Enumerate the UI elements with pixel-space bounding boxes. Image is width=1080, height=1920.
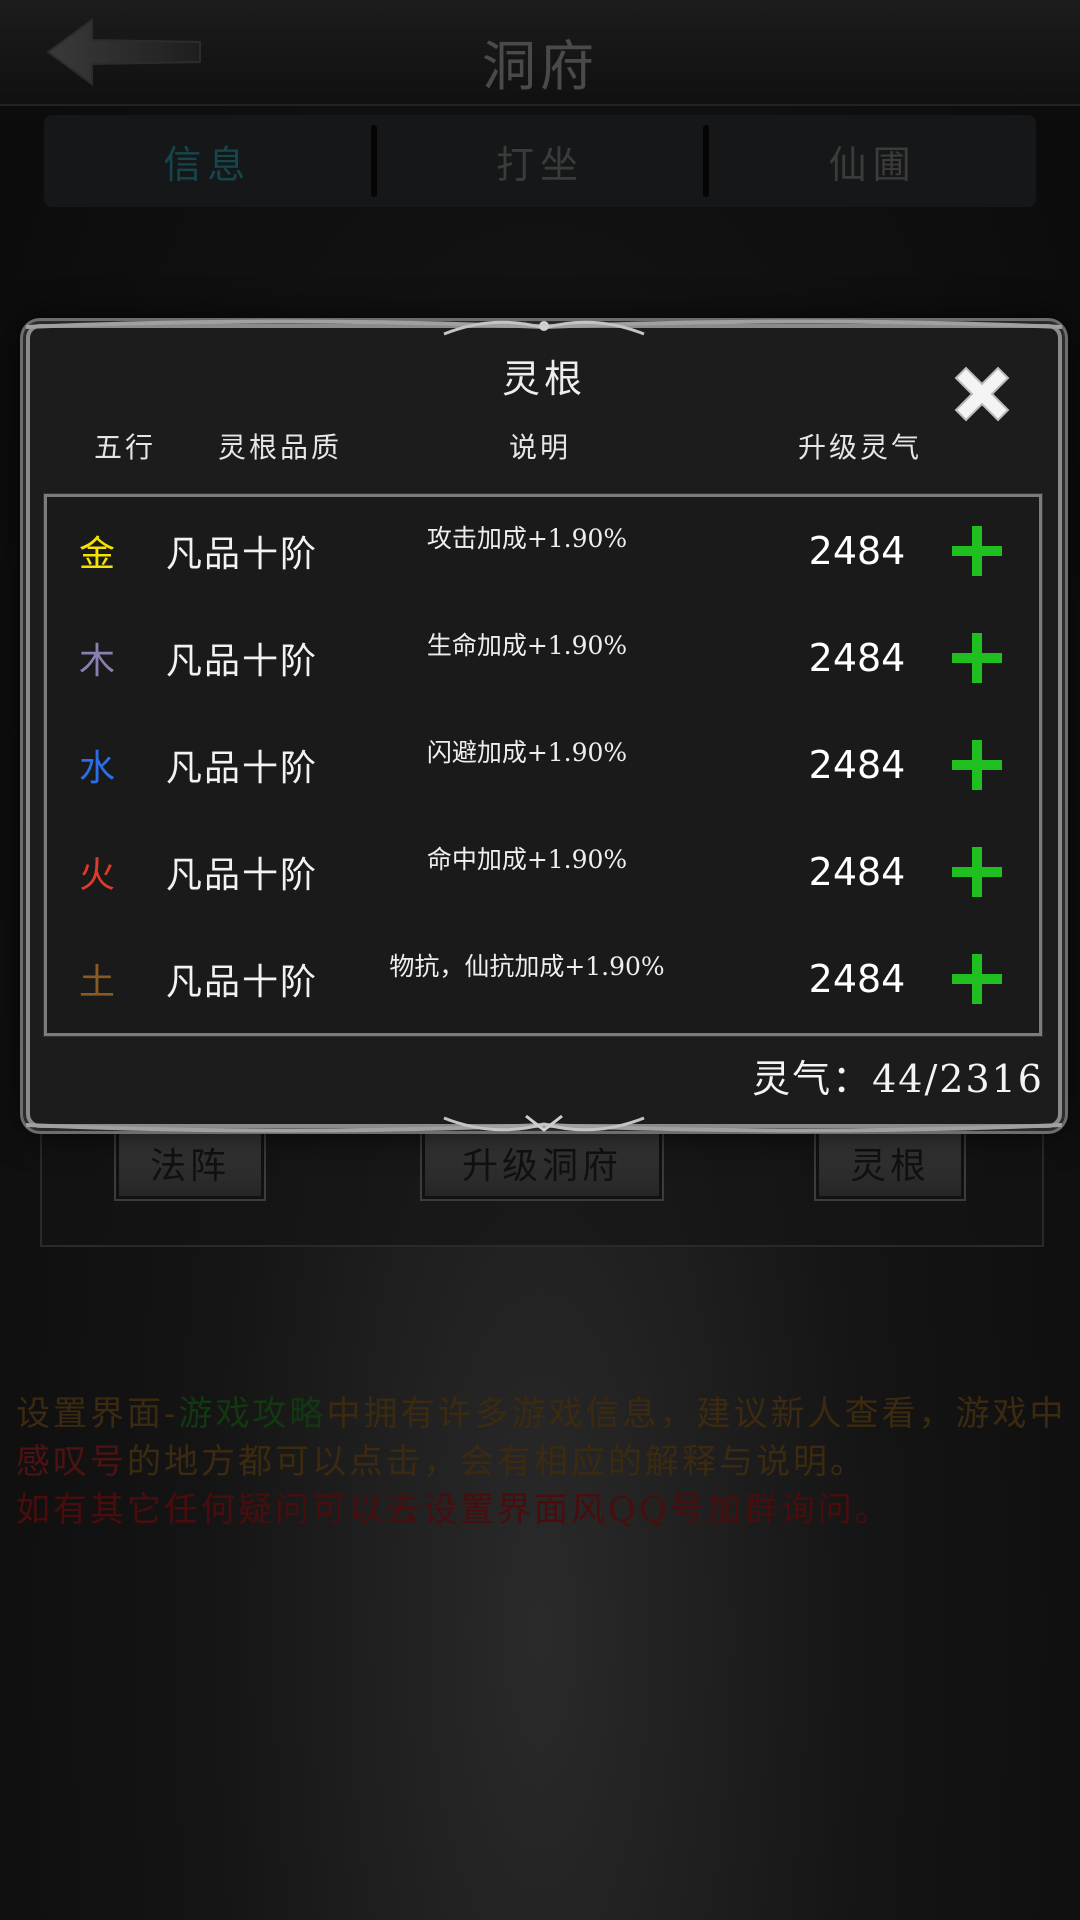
plus-icon [952, 846, 1002, 897]
root-quality: 凡品十阶 [165, 640, 318, 682]
close-button[interactable] [946, 358, 1018, 430]
table-row: 木 凡品十阶 生命加成+1.90% 2484 [47, 604, 1039, 711]
exclamation-link[interactable]: 感叹号 [16, 1442, 127, 1482]
root-description: 攻击加成+1.90% [426, 524, 628, 553]
root-quality: 凡品十阶 [165, 533, 318, 575]
tip-text: 设置界面- [16, 1394, 179, 1434]
upgrade-cost: 2484 [808, 528, 906, 573]
spirit-energy-readout: 灵气：44/2316 [752, 1057, 1044, 1101]
root-quality: 凡品十阶 [165, 747, 318, 789]
root-quality: 凡品十阶 [165, 961, 318, 1003]
help-tip: 设置界面-游戏攻略中拥有许多游戏信息，建议新人查看，游戏中感叹号的地方都可以点击… [16, 1390, 1076, 1534]
spirit-root-dialog: 灵根 五行 灵根品质 说明 升级灵气 金 凡品十阶 攻击加成+1.90% 248… [26, 319, 1062, 1133]
plus-icon [952, 739, 1002, 790]
root-description: 命中加成+1.90% [426, 845, 628, 874]
tip-text: 如有其它任何疑问可以去设置界面风QQ号加群询问。 [16, 1490, 892, 1530]
ornament-frame-bottom [26, 1114, 1062, 1133]
table-row: 土 凡品十阶 物抗，仙抗加成+1.90% 2484 [47, 925, 1039, 1032]
plus-icon [952, 525, 1002, 576]
top-bar: 洞府 [0, 0, 1080, 106]
tip-text: 的地方都可以点击，会有相应的解释与说明。 [127, 1442, 867, 1482]
ornament-frame-top [26, 319, 1062, 336]
table-row: 金 凡品十阶 攻击加成+1.90% 2484 [47, 497, 1039, 604]
close-x-icon [954, 366, 1010, 422]
column-header-upgrade-cost: 升级灵气 [797, 431, 922, 464]
root-quality: 凡品十阶 [165, 854, 318, 896]
game-guide-link[interactable]: 游戏攻略 [179, 1394, 327, 1434]
root-description: 闪避加成+1.90% [426, 738, 628, 767]
column-header-element: 五行 [93, 431, 156, 464]
element-name: 木 [78, 640, 115, 682]
table-row: 水 凡品十阶 闪避加成+1.90% 2484 [47, 711, 1039, 818]
upgrade-button[interactable] [947, 497, 1007, 604]
plus-icon [952, 953, 1002, 1004]
upgrade-button[interactable] [947, 711, 1007, 818]
tip-text: 中拥有许多游戏信息，建议新人查看，游戏中 [326, 1394, 1067, 1434]
element-name: 金 [78, 533, 115, 575]
tab-bar: 信息 打坐 仙圃 [44, 115, 1036, 207]
upgrade-cost: 2484 [808, 635, 906, 680]
root-description: 物抗，仙抗加成+1.90% [389, 952, 665, 981]
upgrade-cost: 2484 [808, 742, 906, 787]
tab-garden[interactable]: 仙圃 [709, 115, 1036, 207]
spirit-root-table: 金 凡品十阶 攻击加成+1.90% 2484 木 凡品十阶 生命加成+1.90%… [43, 493, 1043, 1037]
element-name: 火 [78, 854, 115, 896]
tab-info[interactable]: 信息 [44, 115, 371, 207]
root-description: 生命加成+1.90% [426, 631, 628, 660]
page-title: 洞府 [482, 35, 598, 98]
element-name: 水 [78, 747, 115, 789]
upgrade-cost: 2484 [808, 956, 906, 1001]
column-header-description: 说明 [508, 431, 571, 464]
dialog-title: 灵根 [501, 357, 586, 401]
upgrade-button[interactable] [947, 818, 1007, 925]
upgrade-cost: 2484 [808, 849, 906, 894]
upgrade-button[interactable] [947, 604, 1007, 711]
plus-icon [952, 632, 1002, 683]
column-header-quality: 灵根品质 [217, 431, 342, 464]
tab-meditate[interactable]: 打坐 [377, 115, 704, 207]
element-name: 土 [78, 961, 115, 1003]
table-row: 火 凡品十阶 命中加成+1.90% 2484 [47, 818, 1039, 925]
upgrade-button[interactable] [947, 925, 1007, 1032]
